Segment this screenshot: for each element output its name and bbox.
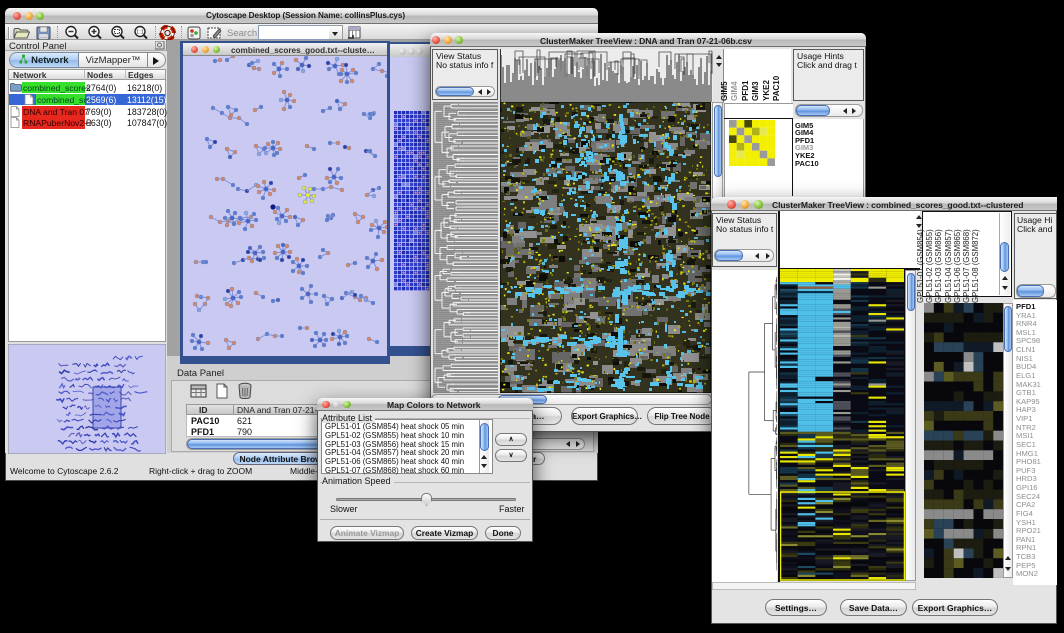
svg-text:1:1: 1:1 [136, 30, 144, 36]
